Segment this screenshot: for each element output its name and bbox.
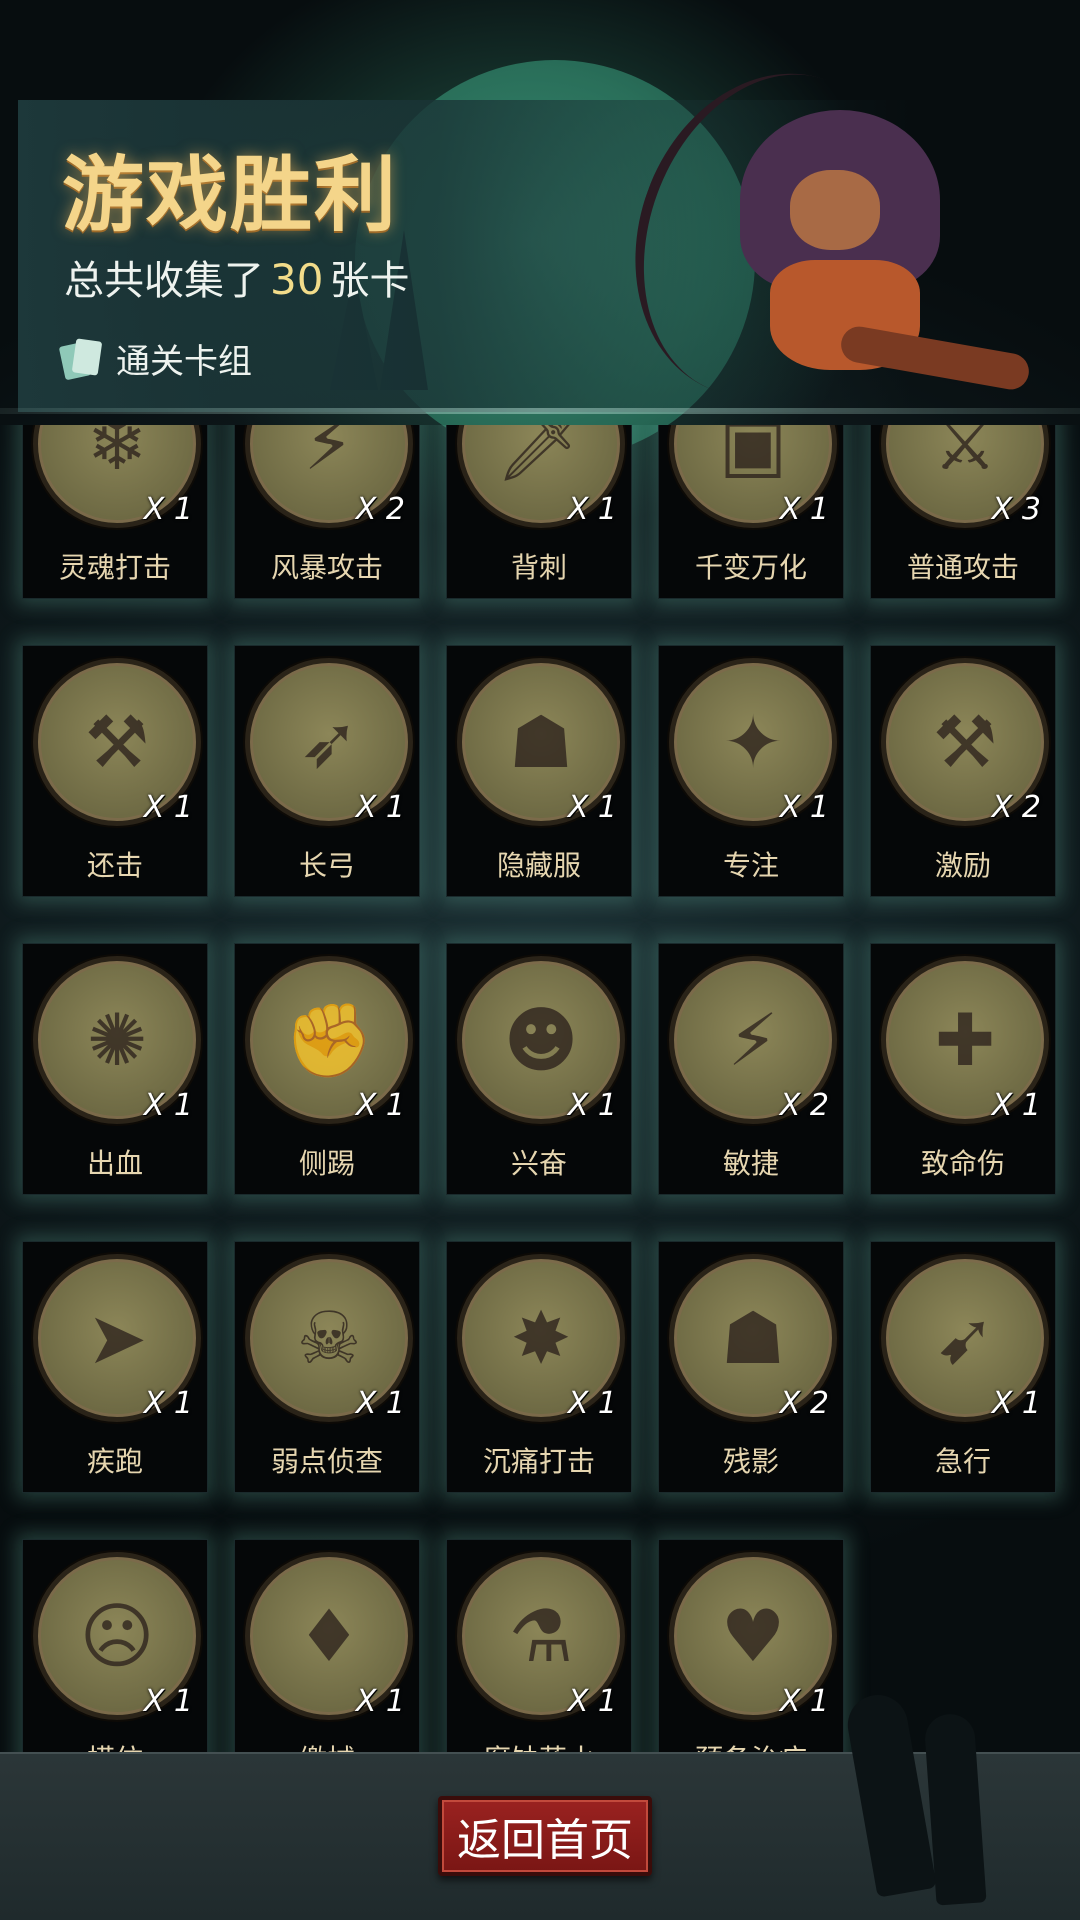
card-tile[interactable]: ☗ X 1 隐藏服 xyxy=(446,645,632,897)
card-tile[interactable]: 🗡 X 1 背刺 xyxy=(446,425,632,599)
card-tile[interactable]: ⚡ X 2 风暴攻击 xyxy=(234,425,420,599)
card-count: X 1 xyxy=(567,1088,617,1123)
card-tile[interactable]: ✦ X 1 专注 xyxy=(658,645,844,897)
hero-illustration xyxy=(591,35,1060,435)
card-count: X 1 xyxy=(355,1684,405,1719)
card-name: 致命伤 xyxy=(920,1147,1005,1180)
card-name: 隐藏服 xyxy=(496,849,581,882)
card-count: X 1 xyxy=(143,492,193,527)
leg-shape xyxy=(838,323,1032,393)
card-name: 腐蚀药水 xyxy=(447,1738,631,1752)
card-count: X 3 xyxy=(991,492,1041,527)
card-tile[interactable]: ⚡ X 2 敏捷 xyxy=(658,943,844,1195)
card-name: 侧踢 xyxy=(298,1147,355,1180)
card-count: X 2 xyxy=(779,1386,829,1421)
card-name: 专注 xyxy=(722,849,779,882)
deck-section-label: 通关卡组 xyxy=(58,334,252,383)
card-name: 背刺 xyxy=(510,551,567,584)
card-count: X 1 xyxy=(991,1386,1041,1421)
card-tile[interactable]: ➶ X 1 长弓 xyxy=(234,645,420,897)
card-tile[interactable]: ➹ X 1 急行 xyxy=(870,1241,1056,1493)
card-tile[interactable]: ⚒ X 1 还击 xyxy=(22,645,208,897)
card-name: 千变万化 xyxy=(694,551,807,584)
card-name: 缴械 xyxy=(235,1738,419,1752)
cards-icon xyxy=(58,337,104,380)
card-name: 预备治疗 xyxy=(659,1738,843,1752)
collected-count: 30 xyxy=(270,255,324,304)
card-name: 兴奋 xyxy=(510,1147,567,1180)
card-name: 沉痛打击 xyxy=(482,1445,595,1478)
page-title: 游戏胜利 xyxy=(62,148,399,243)
card-name: 普通攻击 xyxy=(906,551,1019,584)
card-name: 敏捷 xyxy=(722,1147,779,1180)
card-name: 急行 xyxy=(934,1445,991,1478)
card-name: 激励 xyxy=(934,849,991,882)
card-count: X 2 xyxy=(779,1088,829,1123)
card-name: 长弓 xyxy=(298,849,355,882)
card-name: 灵魂打击 xyxy=(58,551,171,584)
card-count: X 1 xyxy=(779,492,829,527)
victory-header: 游戏胜利 总共收集了 30 张卡 通关卡组 xyxy=(0,0,1080,435)
card-tile[interactable]: ⚒ X 2 激励 xyxy=(870,645,1056,897)
card-count: X 1 xyxy=(355,790,405,825)
return-home-button[interactable]: 返回首页 xyxy=(438,1796,652,1876)
card-count: X 1 xyxy=(143,790,193,825)
collected-summary: 总共收集了 30 张卡 xyxy=(64,248,409,306)
card-name: 疾跑 xyxy=(86,1445,143,1478)
card-count: X 1 xyxy=(143,1684,193,1719)
card-tile[interactable]: ♥X 1预备治疗 xyxy=(658,1539,844,1752)
card-count: X 1 xyxy=(355,1088,405,1123)
card-tile[interactable]: ☻ X 1 兴奋 xyxy=(446,943,632,1195)
card-grid: ❄ X 1 灵魂打击 ⚡ X 2 风暴攻击 🗡 X 1 背刺 ▣ X 1 千变万化 ⚔ X 3 普通攻击 ⚒ X… xyxy=(22,425,1062,1752)
card-tile[interactable]: ⚗X 1腐蚀药水 xyxy=(446,1539,632,1752)
card-tile[interactable]: ☹X 1模仿 xyxy=(22,1539,208,1752)
header-divider xyxy=(0,408,1080,414)
card-tile[interactable]: ➤ X 1 疾跑 xyxy=(22,1241,208,1493)
card-tile[interactable]: ✊ X 1 侧踢 xyxy=(234,943,420,1195)
card-tile[interactable]: ⚔ X 3 普通攻击 xyxy=(870,425,1056,599)
card-count: X 1 xyxy=(779,790,829,825)
collected-suffix: 张卡 xyxy=(329,258,410,304)
card-count: X 1 xyxy=(991,1088,1041,1123)
card-count: X 1 xyxy=(567,790,617,825)
card-count: X 2 xyxy=(991,790,1041,825)
card-count: X 1 xyxy=(779,1684,829,1719)
face-shape xyxy=(790,170,880,250)
collected-prefix: 总共收集了 xyxy=(64,258,264,304)
card-name: 模仿 xyxy=(23,1738,207,1752)
card-count: X 1 xyxy=(567,1684,617,1719)
card-tile[interactable]: ☗ X 2 残影 xyxy=(658,1241,844,1493)
card-tile[interactable]: ♦X 1缴械 xyxy=(234,1539,420,1752)
card-name: 还击 xyxy=(86,849,143,882)
card-name: 风暴攻击 xyxy=(270,551,383,584)
card-tile[interactable]: ❄ X 1 灵魂打击 xyxy=(22,425,208,599)
deck-label: 通关卡组 xyxy=(116,342,252,382)
card-name: 弱点侦查 xyxy=(270,1445,383,1478)
card-count: X 1 xyxy=(567,1386,617,1421)
card-count: X 1 xyxy=(355,1386,405,1421)
card-tile[interactable]: ✚ X 1 致命伤 xyxy=(870,943,1056,1195)
card-count: X 1 xyxy=(567,492,617,527)
card-tile[interactable]: ☠ X 1 弱点侦查 xyxy=(234,1241,420,1493)
card-tile[interactable]: ✺ X 1 出血 xyxy=(22,943,208,1195)
card-list-scroll[interactable]: ❄ X 1 灵魂打击 ⚡ X 2 风暴攻击 🗡 X 1 背刺 ▣ X 1 千变万化 ⚔ X 3 普通攻击 ⚒ X… xyxy=(0,425,1080,1752)
card-name: 出血 xyxy=(86,1147,143,1180)
card-count: X 2 xyxy=(355,492,405,527)
card-name: 残影 xyxy=(722,1445,779,1478)
card-count: X 1 xyxy=(143,1386,193,1421)
card-count: X 1 xyxy=(143,1088,193,1123)
card-tile[interactable]: ✸ X 1 沉痛打击 xyxy=(446,1241,632,1493)
card-tile[interactable]: ▣ X 1 千变万化 xyxy=(658,425,844,599)
